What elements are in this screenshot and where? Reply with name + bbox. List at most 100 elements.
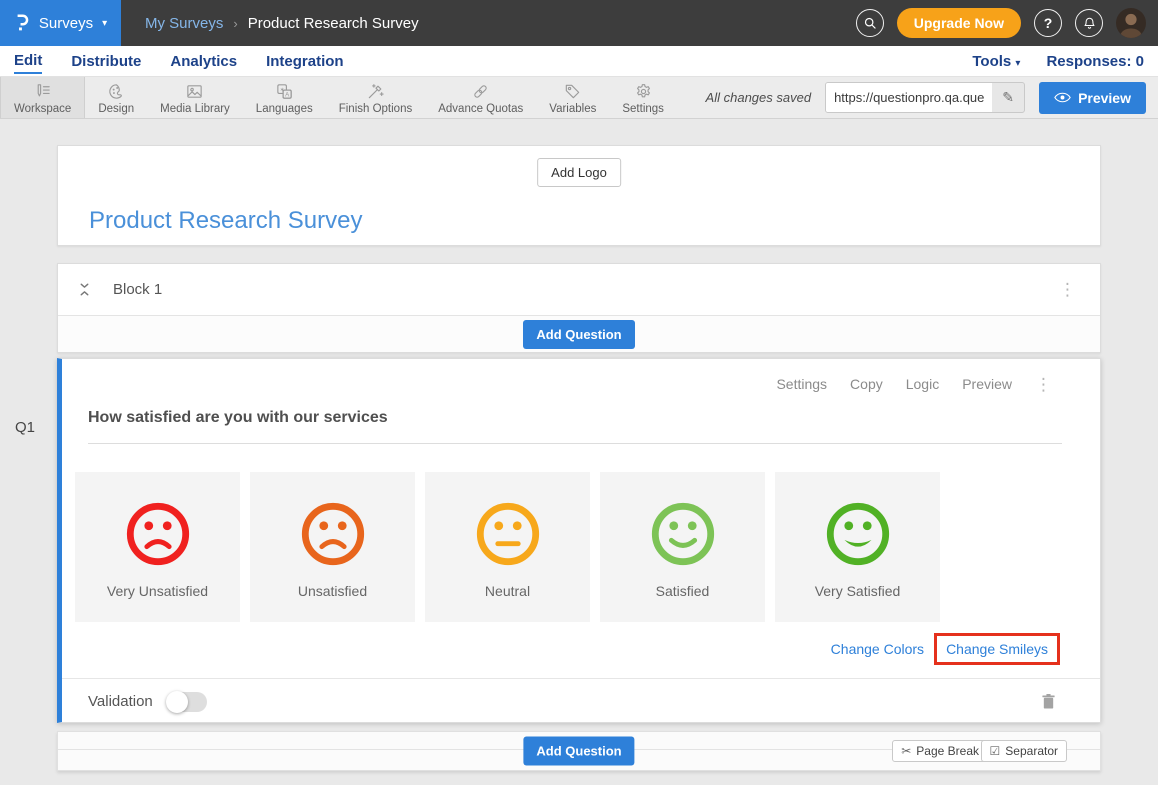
settings-gear-icon <box>634 82 653 102</box>
edit-url-pencil-icon[interactable]: ✎ <box>992 89 1024 106</box>
block-menu-dots-icon[interactable]: ⋮ <box>1059 281 1076 298</box>
questionpro-logo-icon <box>14 13 30 33</box>
nav-right: Tools ▾ Responses: 0 <box>972 53 1144 70</box>
top-app-bar: Surveys ▾ My Surveys › Product Research … <box>0 0 1158 46</box>
survey-title[interactable]: Product Research Survey <box>89 207 362 235</box>
question-menu-dots-icon[interactable]: ⋮ <box>1035 376 1052 393</box>
add-question-row-top: Add Question <box>58 316 1100 352</box>
smiley-option-label: Very Unsatisfied <box>107 583 208 599</box>
survey-nav: Edit Distribute Analytics Integration Tools… <box>0 46 1158 77</box>
toolbar-item-label: Languages <box>256 103 313 115</box>
breadcrumb-separator-icon: › <box>233 16 237 31</box>
toolbar-item-variables[interactable]: Variables <box>536 77 609 118</box>
collapse-block-icon[interactable] <box>79 282 90 297</box>
toolbar-item-settings[interactable]: Settings <box>609 77 677 118</box>
toolbar-item-media-library[interactable]: Media Library <box>147 77 243 118</box>
scissors-icon: ✂ <box>901 745 911 757</box>
smiley-very-unsatisfied-icon <box>123 499 193 569</box>
annotation-highlight-box: Change Smileys <box>934 633 1060 665</box>
bell-icon <box>1082 16 1097 31</box>
question-actions: Settings Copy Logic Preview ⋮ <box>62 375 1100 393</box>
topbar-actions: Upgrade Now ? <box>856 8 1158 38</box>
change-colors-link[interactable]: Change Colors <box>831 641 924 657</box>
question-card: Settings Copy Logic Preview ⋮ How satisfied… <box>57 358 1101 723</box>
delete-question-trash-icon[interactable] <box>1041 693 1056 710</box>
toolbar-item-label: Settings <box>622 103 664 115</box>
notifications-button[interactable] <box>1075 9 1103 37</box>
toolbar-item-label: Media Library <box>160 103 230 115</box>
smiley-option-very-satisfied[interactable]: Very Satisfied <box>775 472 940 622</box>
survey-url-input[interactable] <box>826 83 992 112</box>
question-mark-icon: ? <box>1044 15 1053 31</box>
responses-count[interactable]: Responses: 0 <box>1046 53 1144 70</box>
search-button[interactable] <box>856 9 884 37</box>
smiley-option-neutral[interactable]: Neutral <box>425 472 590 622</box>
breadcrumb-my-surveys[interactable]: My Surveys <box>145 15 223 32</box>
question-number-label: Q1 <box>15 419 35 436</box>
languages-icon: ✶A <box>275 82 294 102</box>
block-header: Block 1 ⋮ <box>58 264 1100 316</box>
question-divider <box>88 443 1062 444</box>
user-avatar[interactable] <box>1116 8 1146 38</box>
smiley-satisfied-icon <box>648 499 718 569</box>
tools-menu[interactable]: Tools ▾ <box>972 53 1020 70</box>
question-action-copy[interactable]: Copy <box>850 376 883 392</box>
nav-tab-edit[interactable]: Edit <box>14 48 42 74</box>
toolbar-item-label: Variables <box>549 103 596 115</box>
toolbar-item-workspace[interactable]: Workspace <box>0 77 85 118</box>
nav-tab-integration[interactable]: Integration <box>266 49 344 73</box>
finish-options-wand-icon <box>366 82 385 102</box>
page-break-button[interactable]: ✂ Page Break <box>892 740 988 762</box>
smiley-option-satisfied[interactable]: Satisfied <box>600 472 765 622</box>
smiley-neutral-icon <box>473 499 543 569</box>
question-text[interactable]: How satisfied are you with our services <box>88 409 1062 431</box>
chevron-down-icon: ▾ <box>102 18 107 29</box>
question-actions-links: Settings Copy Logic Preview <box>776 376 1012 392</box>
smiley-option-label: Very Satisfied <box>815 583 901 599</box>
toolbar-item-label: Design <box>98 103 134 115</box>
nav-tab-analytics[interactable]: Analytics <box>170 49 237 73</box>
design-palette-icon <box>107 82 126 102</box>
toolbar-item-finish-options[interactable]: Finish Options <box>326 77 426 118</box>
smiley-option-label: Neutral <box>485 583 530 599</box>
help-button[interactable]: ? <box>1034 9 1062 37</box>
block-header-card: Block 1 ⋮ Add Question <box>57 263 1101 353</box>
validation-row: Validation <box>62 678 1100 724</box>
toolbar-item-design[interactable]: Design <box>85 77 147 118</box>
workspace-icon <box>33 82 52 102</box>
validation-toggle[interactable] <box>167 692 207 712</box>
add-logo-button[interactable]: Add Logo <box>537 158 621 187</box>
upgrade-now-button[interactable]: Upgrade Now <box>897 8 1021 38</box>
block-footer: Add Question ✂ Page Break ☑ Separator <box>57 731 1101 771</box>
validation-label: Validation <box>88 693 153 710</box>
toolbar-item-label: Finish Options <box>339 103 413 115</box>
smiley-very-satisfied-icon <box>823 499 893 569</box>
question-action-logic[interactable]: Logic <box>906 376 939 392</box>
change-smileys-link[interactable]: Change Smileys <box>946 641 1048 657</box>
breadcrumb: My Surveys › Product Research Survey <box>145 15 419 32</box>
separator-button[interactable]: ☑ Separator <box>981 740 1067 762</box>
smiley-option-unsatisfied[interactable]: Unsatisfied <box>250 472 415 622</box>
smiley-options: Very Unsatisfied Unsatisfied Neutral Satisf… <box>75 472 1100 622</box>
toolbar-item-label: Workspace <box>14 103 71 115</box>
toolbar-item-advance-quotas[interactable]: Advance Quotas <box>425 77 536 118</box>
survey-title-card: Add Logo Product Research Survey <box>57 145 1101 246</box>
chevron-down-icon: ▾ <box>1015 58 1020 69</box>
nav-tab-distribute[interactable]: Distribute <box>71 49 141 73</box>
surveys-menu[interactable]: Surveys ▾ <box>0 0 121 46</box>
preview-button[interactable]: Preview <box>1039 82 1146 114</box>
question-action-settings[interactable]: Settings <box>776 376 827 392</box>
add-question-button-top[interactable]: Add Question <box>523 320 634 349</box>
question-action-preview[interactable]: Preview <box>962 376 1012 392</box>
media-library-icon <box>185 82 204 102</box>
toolbar-right: All changes saved ✎ Preview <box>706 77 1158 118</box>
add-question-button-bottom[interactable]: Add Question <box>523 737 634 766</box>
variables-tag-icon <box>563 82 582 102</box>
survey-url-box: ✎ <box>825 82 1025 113</box>
toolbar-item-label: Advance Quotas <box>438 103 523 115</box>
smiley-unsatisfied-icon <box>298 499 368 569</box>
block-1: Block 1 ⋮ Add Question Settings Copy Logic… <box>57 263 1101 771</box>
advance-quotas-link-icon <box>471 82 490 102</box>
smiley-option-very-unsatisfied[interactable]: Very Unsatisfied <box>75 472 240 622</box>
toolbar-item-languages[interactable]: ✶ALanguages <box>243 77 326 118</box>
